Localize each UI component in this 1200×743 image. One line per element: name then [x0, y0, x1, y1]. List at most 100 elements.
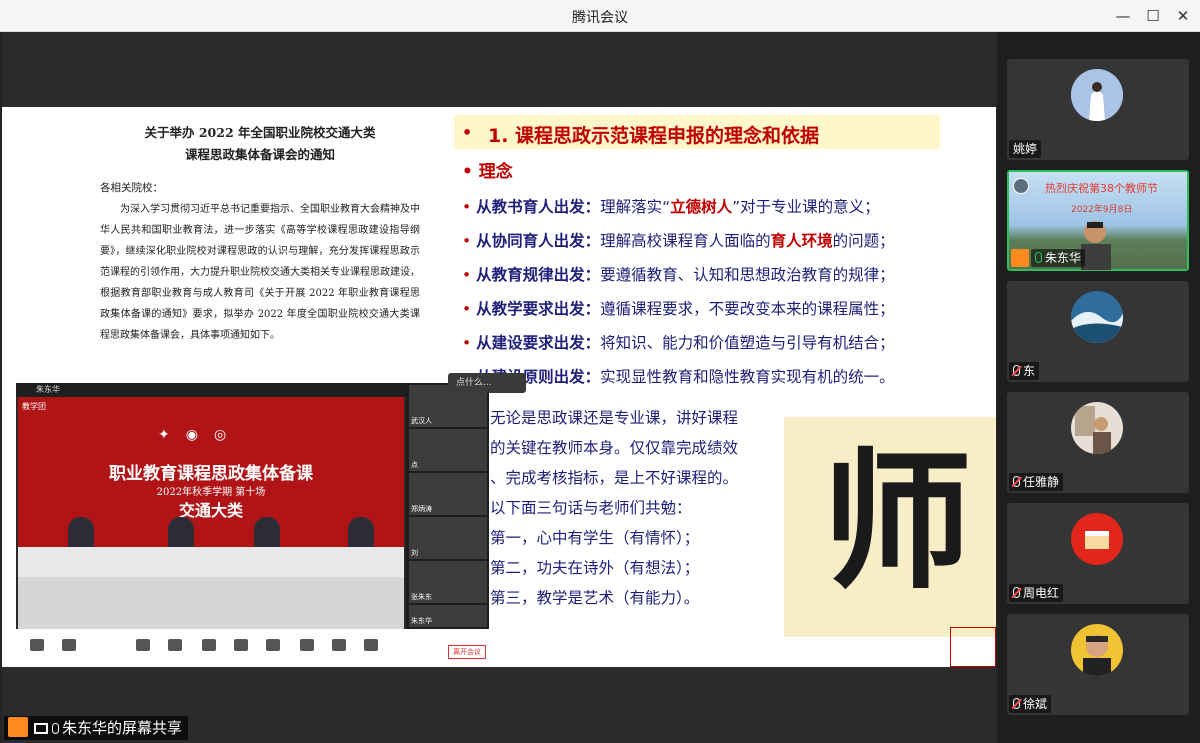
nested-overlay-tag: 点什么...: [448, 373, 526, 393]
bullet-icon: •: [462, 300, 477, 318]
app-window: 腾讯会议 — ☐ ✕ 关于举办 2022 年全国职业院校交通大类 课程思政集体备…: [0, 0, 1200, 743]
participant-tile[interactable]: 姚婷: [1007, 59, 1189, 160]
participant-name-text: 周电红: [1023, 586, 1060, 600]
point-text-end: 的问题；: [832, 232, 895, 250]
slide-point: • 从教学要求出发：遵循课程要求，不要改变本来的课程属性；: [462, 297, 895, 319]
nested-meeting-screenshot: 朱东华 教学团 ✦◉◎ 职业教育课程思政集体备课 2022年秋季学期 第十场 交…: [16, 383, 489, 667]
nested-exit-button: 离开会议: [448, 645, 486, 659]
avatar: [1071, 513, 1123, 565]
participant-list: 姚婷 热烈庆祝第38个教师节 2022年9月8日 朱东华 东 任雅静 周电红 徐…: [998, 32, 1200, 743]
bullet-icon: •: [462, 162, 479, 182]
participant-tile[interactable]: 徐斌: [1007, 614, 1189, 715]
slide-sub-label: 理念: [478, 162, 513, 182]
participant-name: 东: [1009, 362, 1040, 380]
participant-tile[interactable]: 任雅静: [1007, 392, 1189, 493]
thumb-name: 刘: [411, 549, 418, 557]
teacher-quote-box: 无论是思政课还是专业课，讲好课程 的关键在教师本身。仅仅靠完成绩效 、完成考核指…: [490, 403, 780, 639]
slide-point: • 从教书育人出发：理解落实“立德树人”对于专业课的意义；: [462, 195, 880, 217]
quote-line: 无论是思政课还是专业课，讲好课程: [490, 409, 739, 427]
slide-point: • 从教育规律出发：要遵循教育、认知和思想政治教育的规律；: [462, 263, 895, 285]
apps-icon: [300, 639, 314, 651]
point-highlight: 育人环境: [770, 232, 833, 250]
doc-title-line1: 关于举办 2022 年全国职业院校交通大类: [144, 125, 376, 140]
nested-thumb: 点: [409, 429, 487, 471]
share-label-text: 朱东华的屏幕共享: [62, 719, 183, 737]
participant-name: 朱东华: [1031, 249, 1086, 267]
quote-line: 第二，功夫在诗外（有想法）；: [490, 559, 700, 577]
point-text: 将知识、能力和价值塑造与引导有机结合；: [600, 334, 895, 352]
video-banner-date: 2022年9月8日: [1071, 205, 1133, 215]
quote-line: 、完成考核指标，是上不好课程的。: [490, 469, 739, 487]
chat-icon: [234, 639, 248, 651]
point-highlight: 立德树人: [670, 198, 733, 216]
logo-row-icon: ✦◉◎: [158, 427, 243, 443]
banner-subtitle: 2022年秋季学期 第十场: [156, 487, 266, 498]
mic-icon: [30, 639, 44, 651]
point-text: 遵循课程要求，不要改变本来的课程属性；: [600, 300, 895, 318]
camera-icon: [62, 639, 76, 651]
slide-heading: 1. 课程思政示范课程申报的理念和依据: [488, 125, 820, 147]
maximize-icon[interactable]: ☐: [1138, 4, 1168, 28]
mic-on-icon: [1035, 252, 1042, 263]
slide-subheading: • 理念: [462, 157, 513, 182]
quote-line: 以下面三句话与老师们共勉：: [490, 499, 692, 517]
mic-icon: [52, 723, 59, 734]
screen-share-label: 朱东华的屏幕共享: [4, 716, 189, 740]
slide-heading-bar: • 1. 课程思政示范课程申报的理念和依据: [454, 115, 940, 149]
quote-line: 的关键在教师本身。仅仅靠完成绩效: [490, 439, 739, 457]
bullet-icon: •: [462, 198, 477, 216]
thumb-name: 朱东华: [411, 617, 432, 625]
participant-name-text: 姚婷: [1013, 142, 1038, 156]
title-bar: 腾讯会议 — ☐ ✕: [0, 0, 1200, 32]
floor: [18, 577, 404, 629]
nested-stage-label: 教学团: [22, 402, 46, 411]
avatar: [1071, 624, 1123, 676]
user-icon: [8, 717, 28, 737]
participant-tile[interactable]: 热烈庆祝第38个教师节 2022年9月8日 朱东华: [1007, 170, 1189, 271]
participant-name: 徐斌: [1009, 695, 1052, 713]
invite-icon: [168, 639, 182, 651]
share-icon: [136, 639, 150, 651]
conference-table: [18, 547, 404, 577]
mic-muted-icon: [1013, 365, 1020, 376]
bullet-icon: •: [462, 232, 477, 250]
participant-name-text: 朱东华: [1045, 251, 1082, 265]
participant-name-text: 徐斌: [1023, 697, 1048, 711]
minimize-icon[interactable]: —: [1108, 4, 1138, 28]
quote-line: 第一，心中有学生（有情怀）；: [490, 529, 700, 547]
point-key: 从教育规律出发：: [476, 266, 601, 284]
slide-point: • 从建设原则出发：实现显性教育和隐性教育实现有机的统一。: [462, 365, 895, 387]
point-text: 理解落实“: [600, 198, 671, 216]
point-text-end: ”对于专业课的意义；: [732, 198, 880, 216]
mic-muted-icon: [1013, 698, 1020, 709]
slide-point: • 从建设要求出发：将知识、能力和价值塑造与引导有机结合；: [462, 331, 895, 353]
close-icon[interactable]: ✕: [1168, 4, 1198, 28]
calligraphy-image: 师: [784, 417, 996, 637]
participant-name-text: 东: [1023, 364, 1036, 378]
nested-thumb: 刘: [409, 517, 487, 559]
nested-thumb: 张朱东: [409, 561, 487, 603]
school-logo-icon: [1013, 178, 1029, 194]
thumb-name: 张朱东: [411, 593, 432, 601]
point-key: 从教书育人出发：: [476, 198, 601, 216]
quote-line: 第三，教学是艺术（有能力）。: [490, 589, 700, 607]
thumb-name: 武汉人: [411, 417, 432, 425]
bullet-icon: •: [462, 266, 477, 284]
participant-name-text: 任雅静: [1023, 475, 1060, 489]
participant-tile[interactable]: 周电红: [1007, 503, 1189, 604]
notice-document: 关于举办 2022 年全国职业院校交通大类 课程思政集体备课会的通知 各相关院校…: [94, 122, 426, 392]
settings-icon: [364, 639, 378, 651]
record-icon: [266, 639, 280, 651]
participant-name: 周电红: [1009, 584, 1064, 602]
mic-muted-icon: [1013, 476, 1020, 487]
thumb-name: 点: [411, 461, 418, 469]
shared-screen[interactable]: 关于举办 2022 年全国职业院校交通大类 课程思政集体备课会的通知 各相关院校…: [2, 107, 996, 667]
bullet-icon: •: [462, 123, 473, 142]
nested-thumb: 朱东华: [409, 605, 487, 627]
bullet-icon: •: [462, 334, 477, 352]
point-key: 从教学要求出发：: [476, 300, 601, 318]
point-text: 实现显性教育和隐性教育实现有机的统一。: [600, 368, 895, 386]
point-key: 从协同育人出发：: [476, 232, 601, 250]
participant-tile[interactable]: 东: [1007, 281, 1189, 382]
nested-video-stage: 教学团 ✦◉◎ 职业教育课程思政集体备课 2022年秋季学期 第十场 交通大类: [18, 397, 404, 629]
